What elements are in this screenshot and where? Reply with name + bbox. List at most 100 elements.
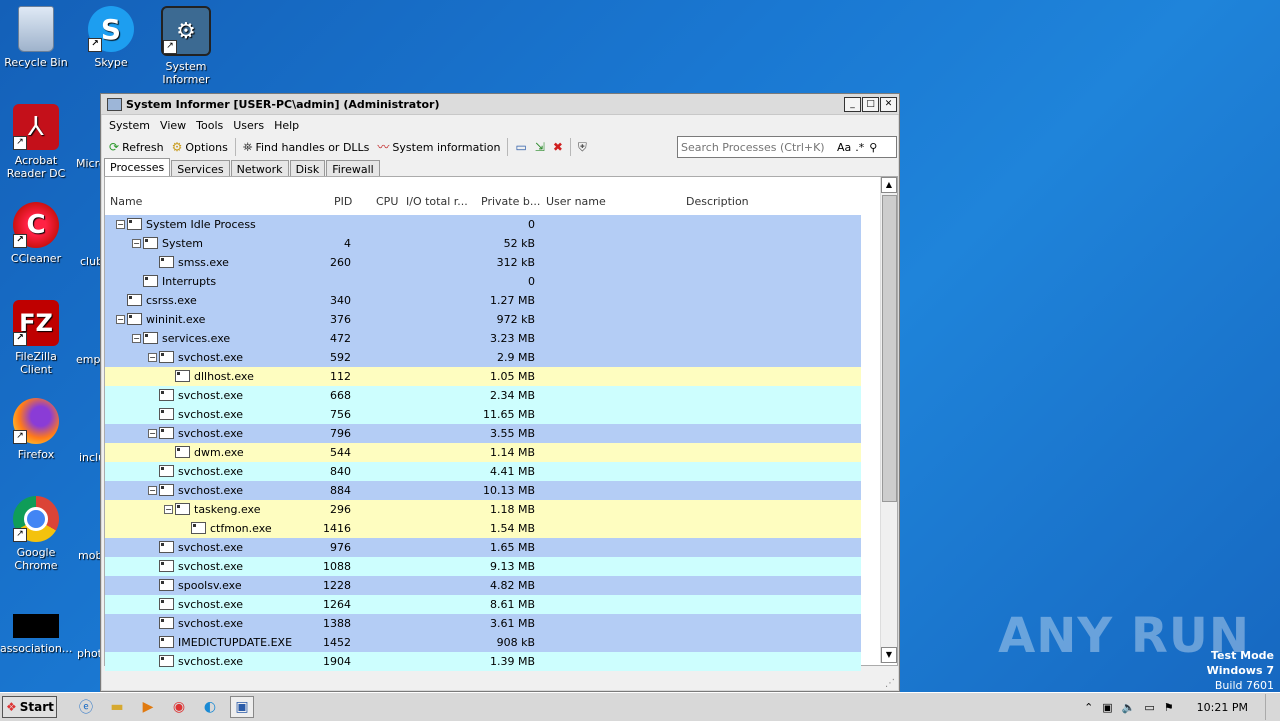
maximize-button[interactable]: □ bbox=[862, 96, 879, 112]
media-player-icon[interactable]: ▶ bbox=[137, 697, 159, 717]
process-row[interactable]: − System Idle Process 0 bbox=[105, 215, 861, 234]
collapse-toggle-icon[interactable]: − bbox=[164, 505, 173, 514]
desktop-icon-chrome[interactable]: ↗ Google Chrome bbox=[0, 496, 72, 572]
system-information-button[interactable]: 〰 System information bbox=[373, 137, 504, 157]
chrome-taskbar-icon[interactable]: ◉ bbox=[168, 697, 190, 717]
desktop-icon-acrobat[interactable]: ⅄ ↗ Acrobat Reader DC bbox=[0, 104, 72, 180]
desktop-icon-association[interactable]: association... bbox=[0, 614, 72, 655]
column-header-name[interactable]: Name bbox=[110, 195, 142, 208]
edge-icon[interactable]: ◐ bbox=[199, 697, 221, 717]
process-row[interactable]: csrss.exe 340 1.27 MB bbox=[105, 291, 861, 310]
flag-icon[interactable]: ⚑ bbox=[1164, 701, 1174, 714]
process-row[interactable]: − services.exe 472 3.23 MB bbox=[105, 329, 861, 348]
regex-toggle[interactable]: .* bbox=[855, 141, 864, 154]
minimize-button[interactable]: _ bbox=[844, 96, 861, 112]
folder-tray-icon[interactable]: ▭ bbox=[1144, 701, 1154, 714]
close-button[interactable]: ✕ bbox=[880, 96, 897, 112]
menu-view[interactable]: View bbox=[155, 119, 191, 132]
collapse-toggle-icon[interactable]: − bbox=[132, 239, 141, 248]
column-header-description[interactable]: Description bbox=[686, 195, 749, 208]
clock[interactable]: 10:21 PM bbox=[1197, 701, 1248, 714]
column-header-private-bytes[interactable]: Private b... bbox=[481, 195, 540, 208]
desktop-icon-ccleaner[interactable]: C ↗ CCleaner bbox=[0, 202, 72, 265]
windows-logo-icon: ❖ bbox=[6, 700, 17, 714]
desktop-icon-firefox[interactable]: ↗ Firefox bbox=[0, 398, 72, 461]
show-window-button[interactable]: ▭ bbox=[511, 137, 530, 157]
scroll-thumb[interactable] bbox=[882, 195, 897, 502]
scroll-down-icon[interactable]: ▼ bbox=[881, 647, 897, 663]
process-tree: Name PID CPU I/O total r... Private b...… bbox=[104, 176, 898, 671]
process-row[interactable]: svchost.exe 1088 9.13 MB bbox=[105, 557, 861, 576]
process-row[interactable]: ctfmon.exe 1416 1.54 MB bbox=[105, 519, 861, 538]
process-row[interactable]: Interrupts 0 bbox=[105, 272, 861, 291]
process-row[interactable]: IMEDICTUPDATE.EXE 1452 908 kB bbox=[105, 633, 861, 652]
show-desktop-button[interactable] bbox=[1265, 694, 1276, 720]
title-bar[interactable]: System Informer [USER-PC\admin] (Adminis… bbox=[101, 94, 899, 115]
process-pid: 1264 bbox=[323, 598, 351, 611]
column-header-user-name[interactable]: User name bbox=[546, 195, 606, 208]
network-tray-icon[interactable]: ▣ bbox=[1102, 701, 1112, 714]
collapse-toggle-icon[interactable]: − bbox=[116, 315, 125, 324]
menu-tools[interactable]: Tools bbox=[191, 119, 228, 132]
terminate-button[interactable]: ✖ bbox=[549, 137, 567, 157]
process-row[interactable]: spoolsv.exe 1228 4.82 MB bbox=[105, 576, 861, 595]
ie-icon[interactable]: ⓔ bbox=[75, 697, 97, 717]
menu-system[interactable]: System bbox=[104, 119, 155, 132]
column-header-pid[interactable]: PID bbox=[334, 195, 352, 208]
process-icon bbox=[143, 237, 158, 249]
process-row[interactable]: smss.exe 260 312 kB bbox=[105, 253, 861, 272]
shield-button[interactable]: ⛨ bbox=[574, 137, 591, 157]
process-row[interactable]: svchost.exe 840 4.41 MB bbox=[105, 462, 861, 481]
process-row[interactable]: − System 4 52 kB bbox=[105, 234, 861, 253]
desktop-icon-skype[interactable]: S ↗ Skype bbox=[75, 6, 147, 69]
process-row[interactable]: svchost.exe 668 2.34 MB bbox=[105, 386, 861, 405]
process-row[interactable]: dllhost.exe 112 1.05 MB bbox=[105, 367, 861, 386]
process-row[interactable]: svchost.exe 756 11.65 MB bbox=[105, 405, 861, 424]
vertical-scrollbar[interactable]: ▲ ▼ bbox=[880, 177, 897, 663]
folder-icon[interactable]: ▬ bbox=[106, 697, 128, 717]
process-row[interactable]: svchost.exe 1264 8.61 MB bbox=[105, 595, 861, 614]
case-sensitive-toggle[interactable]: Aa bbox=[837, 141, 851, 154]
collapse-toggle-icon[interactable]: − bbox=[132, 334, 141, 343]
desktop-icon-system-informer[interactable]: ⚙ ↗ System Informer bbox=[150, 6, 222, 86]
resize-grip-icon[interactable]: ⋰ bbox=[885, 678, 895, 689]
system-informer-taskbar-icon[interactable]: ▣ bbox=[230, 696, 254, 718]
search-icon[interactable]: ⚲ bbox=[869, 141, 877, 154]
desktop-icon-recycle-bin[interactable]: Recycle Bin bbox=[0, 6, 72, 69]
collapse-toggle-icon[interactable]: − bbox=[148, 486, 157, 495]
column-header-io[interactable]: I/O total r... bbox=[406, 195, 468, 208]
menu-users[interactable]: Users bbox=[228, 119, 269, 132]
process-private-bytes: 0 bbox=[528, 218, 535, 231]
process-private-bytes: 10.13 MB bbox=[482, 484, 535, 497]
window-go-button[interactable]: ⇲ bbox=[531, 137, 549, 157]
options-button[interactable]: ⚙ Options bbox=[168, 137, 232, 157]
collapse-toggle-icon[interactable]: − bbox=[148, 353, 157, 362]
tray-expand-icon[interactable]: ⌃ bbox=[1084, 701, 1093, 714]
process-row[interactable]: − svchost.exe 884 10.13 MB bbox=[105, 481, 861, 500]
collapse-toggle-icon[interactable]: − bbox=[116, 220, 125, 229]
system-informer-window: System Informer [USER-PC\admin] (Adminis… bbox=[100, 93, 900, 692]
process-row[interactable]: − svchost.exe 592 2.9 MB bbox=[105, 348, 861, 367]
refresh-button[interactable]: ⟳ Refresh bbox=[105, 137, 168, 157]
process-row[interactable]: svchost.exe 1904 1.39 MB bbox=[105, 652, 861, 671]
process-row[interactable]: − wininit.exe 376 972 kB bbox=[105, 310, 861, 329]
scroll-up-icon[interactable]: ▲ bbox=[881, 177, 897, 193]
process-name: ctfmon.exe bbox=[210, 522, 272, 535]
process-row[interactable]: svchost.exe 1388 3.61 MB bbox=[105, 614, 861, 633]
window-icon: ▭ bbox=[515, 140, 527, 154]
column-header-cpu[interactable]: CPU bbox=[376, 195, 398, 208]
volume-tray-icon[interactable]: 🔈 bbox=[1122, 701, 1136, 714]
shortcut-arrow-icon: ↗ bbox=[13, 528, 27, 542]
start-button[interactable]: ❖ Start bbox=[2, 696, 57, 718]
process-row[interactable]: svchost.exe 976 1.65 MB bbox=[105, 538, 861, 557]
menu-help[interactable]: Help bbox=[269, 119, 304, 132]
find-handles-button[interactable]: ⛯ Find handles or DLLs bbox=[239, 137, 374, 157]
desktop-partial-label[interactable]: phot bbox=[77, 647, 102, 660]
search-input[interactable] bbox=[678, 139, 833, 155]
process-name: csrss.exe bbox=[146, 294, 197, 307]
process-row[interactable]: − svchost.exe 796 3.55 MB bbox=[105, 424, 861, 443]
desktop-icon-filezilla[interactable]: FZ ↗ FileZilla Client bbox=[0, 300, 72, 376]
process-row[interactable]: − taskeng.exe 296 1.18 MB bbox=[105, 500, 861, 519]
process-row[interactable]: dwm.exe 544 1.14 MB bbox=[105, 443, 861, 462]
collapse-toggle-icon[interactable]: − bbox=[148, 429, 157, 438]
